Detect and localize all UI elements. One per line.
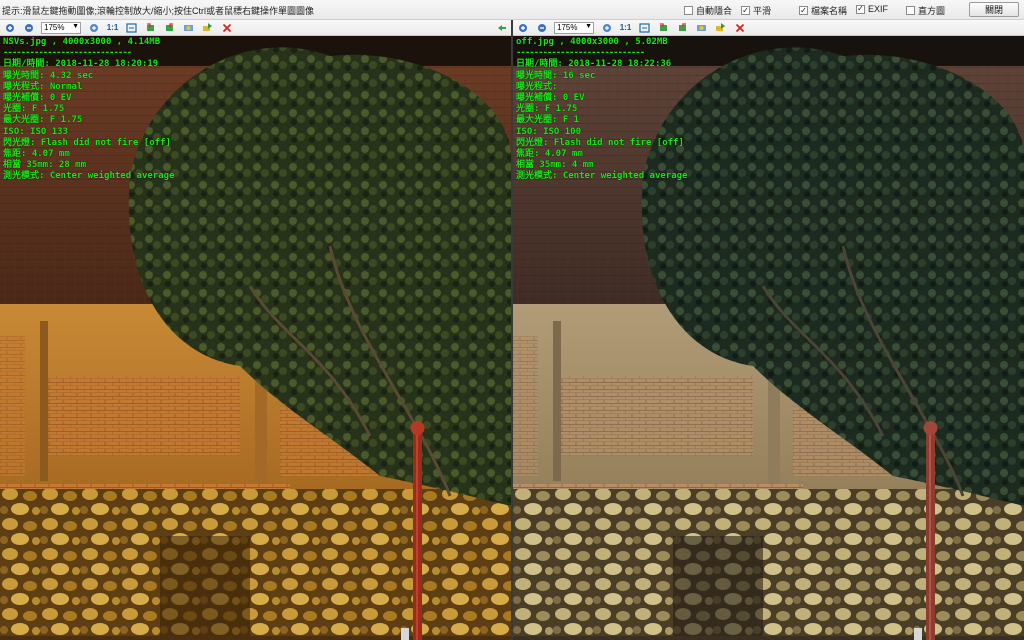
chevron-down-icon: ▼ [585,22,592,30]
right-separator: ----------------------------- [516,48,645,59]
zoom-in-icon[interactable] [515,21,530,35]
right-pane-toolbar: 175% ▼ 1:1 [513,20,1024,36]
zoom-select[interactable]: 175% ▼ [41,21,81,34]
exif-line: 日期/時間: 2018-11-28 18:22:36 [516,59,672,70]
zoom-select[interactable]: 175% ▼ [554,21,594,34]
smooth-option[interactable]: ✓ 平滑 [741,4,771,17]
exif-line: 曝光時間: 4.32 sec [3,70,94,81]
main-toolbar: 提示:滑鼠左鍵拖動圖像;滾輪控制放大/縮小;按住Ctrl或者鼠標右鍵操作單圖圖像… [0,0,1024,20]
close-button[interactable]: 關閉 [969,2,1019,17]
chevron-down-icon: ▼ [72,22,79,30]
zoom-fit-in-icon[interactable] [599,21,614,35]
exif-line: 最大光圈: F 1 [516,115,580,126]
exif-line: ISO: ISO 100 [516,126,582,137]
right-file-header: off.jpg , 4000x3000 , 5.02MB [516,37,668,47]
exif-line: 曝光補償: 0 EV [3,93,72,104]
exif-line: 光圈: F 1.75 [516,104,578,115]
exif-line: 最大光圈: F 1.75 [3,115,83,126]
exif-line: 焦距: 4.07 mm [516,149,583,160]
left-pane-toolbar: 175% ▼ 1:1 [0,20,511,36]
filename-option[interactable]: ✓ 檔案名稱 [799,4,847,17]
flip-icon[interactable] [694,21,709,35]
exif-line: 曝光時間: 16 sec [516,70,596,81]
zoom-out-icon[interactable] [21,21,36,35]
rotate-left-icon[interactable] [656,21,671,35]
exif-line: 焦距: 4.07 mm [3,149,70,160]
fit-window-icon[interactable] [124,21,139,35]
actual-size-button[interactable]: 1:1 [618,21,633,35]
usage-hint: 提示:滑鼠左鍵拖動圖像;滾輪控制放大/縮小;按住Ctrl或者鼠標右鍵操作單圖圖像 [2,6,315,16]
actual-size-button[interactable]: 1:1 [105,21,120,35]
exif-option[interactable]: ✓ EXIF [856,4,888,14]
rotate-right-icon[interactable] [162,21,177,35]
left-file-header: NSVs.jpg , 4000x3000 , 4.14MB [3,37,161,47]
rotate-left-icon[interactable] [143,21,158,35]
exif-line: 測光模式: Center weighted average [3,171,175,182]
histogram-option[interactable]: 直方圖 [906,4,945,17]
flip-icon[interactable] [181,21,196,35]
right-image-pane[interactable]: 175% ▼ 1:1 off.jpg , 4000x3000 , 5.02MB … [513,20,1024,640]
zoom-out-icon[interactable] [534,21,549,35]
left-image-pane[interactable]: 175% ▼ 1:1 NSVs.jpg , 4000x3000 , 4.14MB… [0,20,511,640]
delete-icon[interactable] [219,21,234,35]
sync-arrow-icon[interactable] [494,21,509,35]
exif-line: 相當 35mm: 28 mm [3,160,87,171]
delete-icon[interactable] [732,21,747,35]
zoom-fit-in-icon[interactable] [86,21,101,35]
fit-window-icon[interactable] [637,21,652,35]
exif-line: 相當 35mm: 4 mm [516,160,594,171]
exif-line: 曝光補償: 0 EV [516,93,585,104]
left-separator: ----------------------------- [3,48,132,59]
auto-fit-checkbox[interactable] [684,6,693,15]
auto-fit-option[interactable]: 自動隱合 [684,4,732,17]
exif-line: 閃光燈: Flash did not fire [off] [516,137,684,148]
right-exif-overlay: off.jpg , 4000x3000 , 5.02MB -----------… [516,37,687,183]
rotate-right-icon[interactable] [675,21,690,35]
exif-line: 光圈: F 1.75 [3,104,65,115]
zoom-in-icon[interactable] [2,21,17,35]
smooth-checkbox[interactable]: ✓ [741,6,750,15]
exif-line: 閃光燈: Flash did not fire [off] [3,137,171,148]
next-icon[interactable] [713,21,728,35]
exif-line: ISO: ISO 133 [3,126,69,137]
exif-line: 測光模式: Center weighted average [516,171,688,182]
histogram-checkbox[interactable] [906,6,915,15]
left-exif-overlay: NSVs.jpg , 4000x3000 , 4.14MB ----------… [3,37,174,183]
exif-line: 曝光程式: Normal [3,81,83,92]
filename-checkbox[interactable]: ✓ [799,6,808,15]
exif-checkbox[interactable]: ✓ [856,4,865,14]
next-icon[interactable] [200,21,215,35]
exif-line: 曝光程式: [516,81,558,92]
exif-line: 日期/時間: 2018-11-28 18:20:19 [3,59,159,70]
